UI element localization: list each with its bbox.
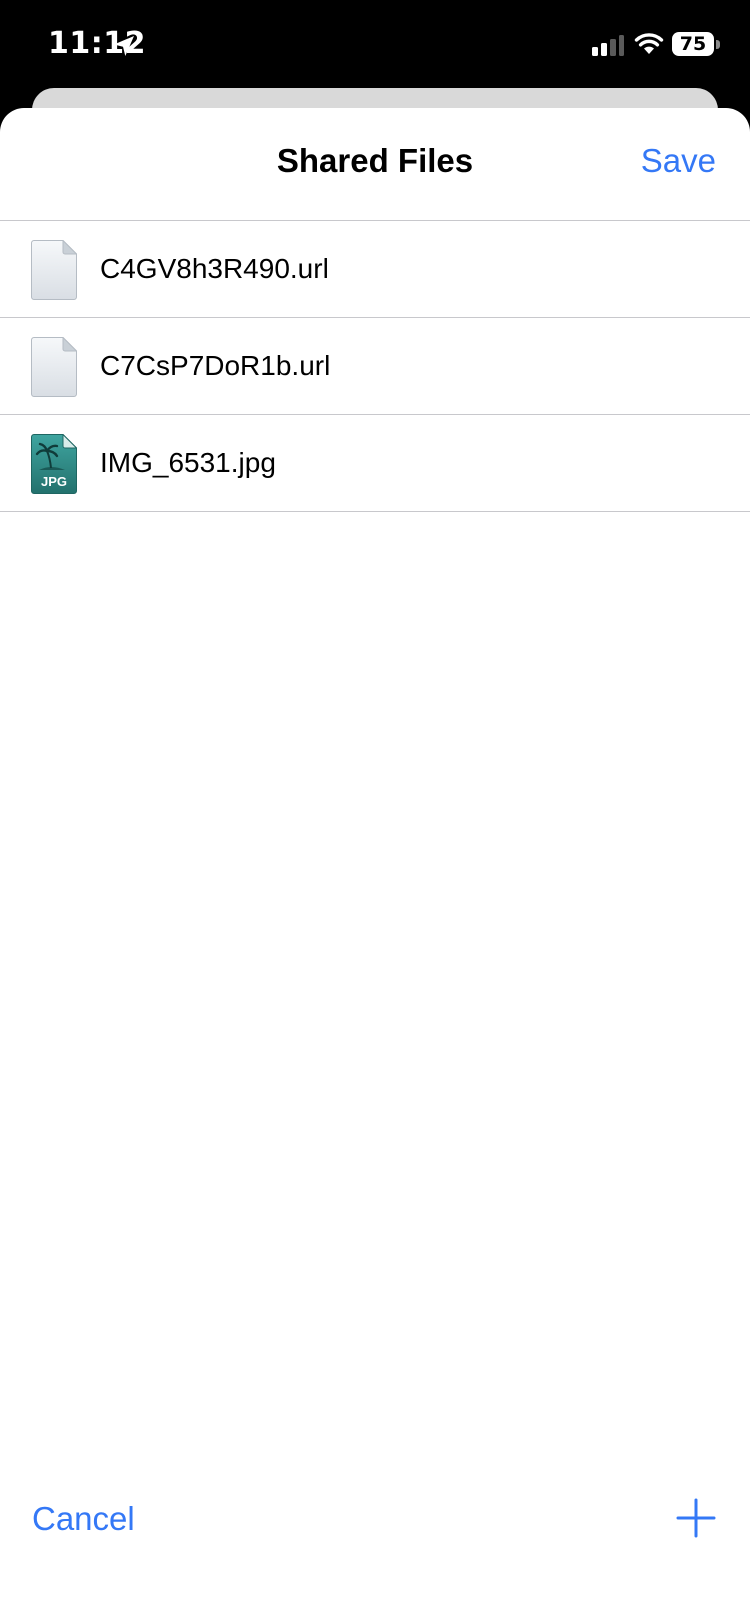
file-name: C4GV8h3R490.url	[100, 253, 329, 284]
sheet-header: Shared Files Save	[0, 108, 750, 221]
cancel-button[interactable]: Cancel	[32, 1500, 135, 1538]
file-row[interactable]: C4GV8h3R490.url	[0, 221, 750, 318]
wifi-icon	[634, 33, 664, 54]
file-row[interactable]: JPG IMG_6531.jpg	[0, 415, 750, 512]
battery-cap	[716, 40, 720, 49]
generic-file-icon	[31, 240, 77, 300]
save-button[interactable]: Save	[641, 142, 716, 180]
jpg-icon-label: JPG	[41, 474, 67, 489]
shared-files-sheet: Shared Files Save C4GV8h3R490.url C7CsP7…	[0, 108, 750, 1624]
file-row[interactable]: C7CsP7DoR1b.url	[0, 318, 750, 415]
battery-icon: 75	[672, 32, 714, 56]
generic-file-icon	[31, 337, 77, 397]
status-bar: 11:12 75	[0, 0, 750, 90]
jpg-file-icon: JPG	[31, 434, 77, 494]
file-name: C7CsP7DoR1b.url	[100, 350, 331, 381]
file-list: C4GV8h3R490.url C7CsP7DoR1b.url JPG IMG_…	[0, 221, 750, 512]
location-arrow-icon	[114, 36, 134, 56]
sheet-title: Shared Files	[276, 142, 474, 179]
cellular-signal-icon	[592, 35, 624, 56]
battery-level: 75	[679, 33, 707, 55]
plus-icon[interactable]	[676, 1498, 716, 1538]
file-name: IMG_6531.jpg	[100, 447, 276, 478]
